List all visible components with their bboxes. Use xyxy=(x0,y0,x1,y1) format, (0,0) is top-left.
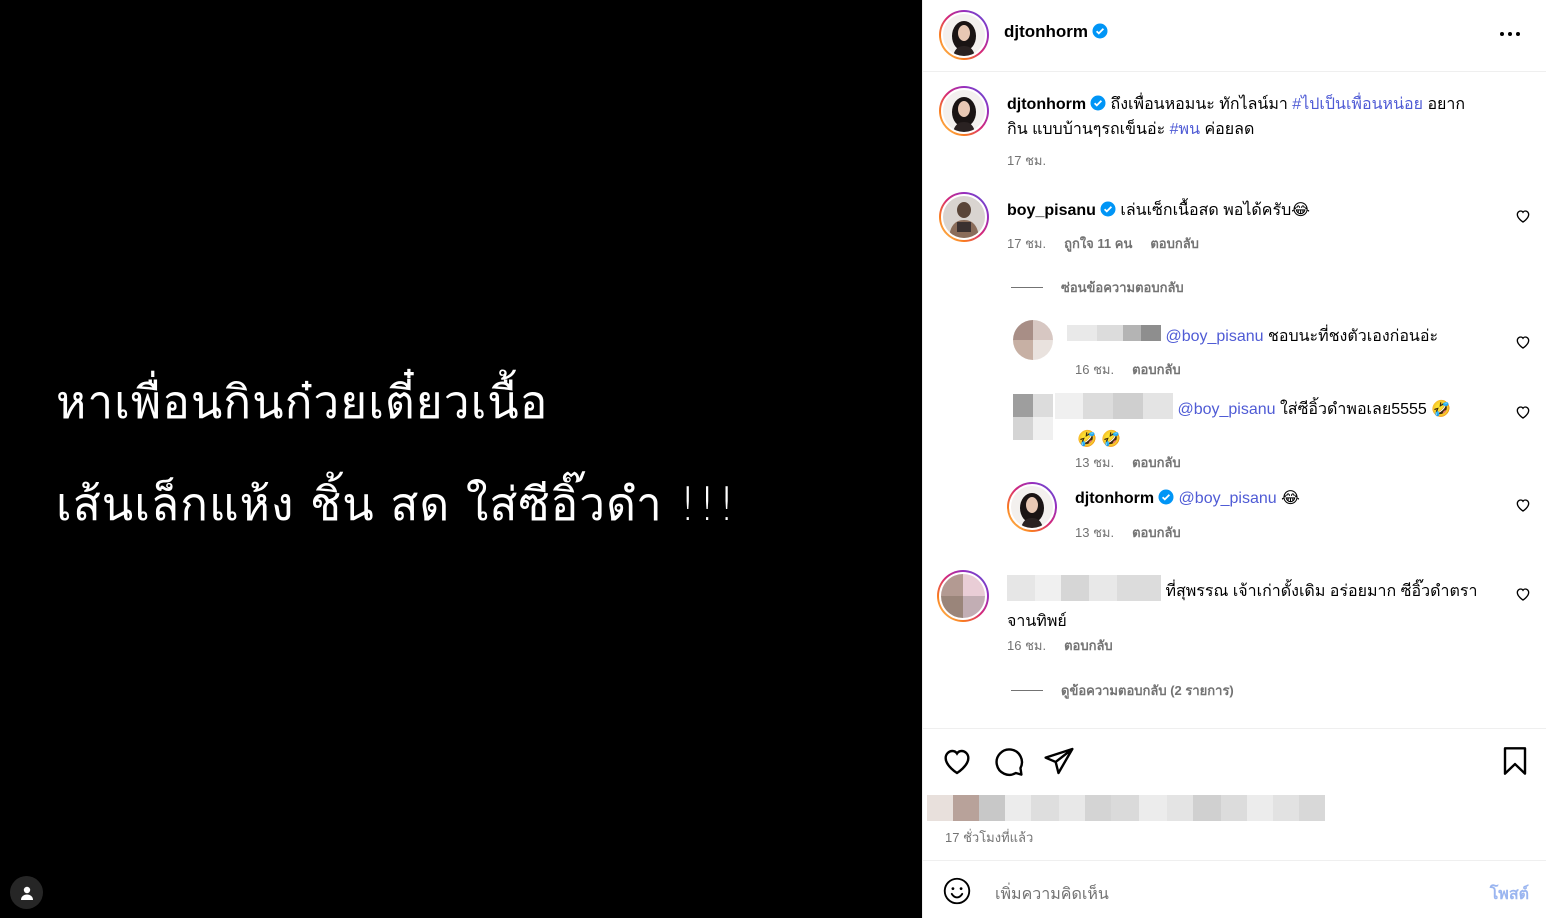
media-text-line-1: หาเพื่อนกินก๋วยเตี๋ยวเนื้อ xyxy=(56,375,549,429)
comment-username[interactable]: boy_pisanu xyxy=(1007,202,1096,219)
verified-icon xyxy=(1090,95,1106,111)
comment-body: เล่นเซ็กเนื้อสด พอได้ครับ😂 xyxy=(1120,202,1310,219)
comment-input[interactable]: เพิ่มความคิดเห็น xyxy=(995,882,1109,907)
comment-text: ที่สุพรรณ เจ้าเก่าดั้งเดิม อร่อยมาก ซีอิ… xyxy=(1007,575,1497,634)
comment-text: boy_pisanu เล่นเซ็กเนื้อสด พอได้ครับ😂 xyxy=(1007,198,1487,223)
divider xyxy=(1011,287,1043,288)
share-icon[interactable] xyxy=(1043,745,1075,777)
reply-button[interactable]: ตอบกลับ xyxy=(1132,362,1181,377)
comment-body: ที่สุพรรณ เจ้าเก่าดั้งเดิม อร่อยมาก ซีอิ… xyxy=(1161,583,1478,601)
reply-body-2: 🤣 🤣 xyxy=(1077,431,1122,448)
caption-text: djtonhorm ถึงเพื่อนหอมนะ ทักไลน์มา #ไปเป… xyxy=(1007,92,1507,142)
caption-avatar[interactable] xyxy=(939,86,989,136)
hashtag-link[interactable]: #พน xyxy=(1170,121,1200,138)
comment-likes[interactable]: ถูกใจ 11 คน xyxy=(1064,236,1132,251)
reply-text: djtonhorm @boy_pisanu 😂 xyxy=(1075,486,1495,511)
heart-icon[interactable] xyxy=(1515,404,1531,420)
header-user[interactable]: djtonhorm xyxy=(1004,22,1108,42)
heart-icon[interactable] xyxy=(1515,334,1531,350)
reply-button[interactable]: ตอบกลับ xyxy=(1132,455,1181,470)
media-text-line-2: เส้นเล็กแห้ง ชิ้น สด ใส่ซีอิ๊วดำ !!! xyxy=(56,477,737,531)
action-bar: 17 ชั่วโมงที่แล้ว xyxy=(923,728,1546,858)
reply-button[interactable]: ตอบกลับ xyxy=(1150,236,1199,251)
comment-time: 17 ชม. xyxy=(1007,236,1047,251)
heart-icon[interactable] xyxy=(1515,208,1531,224)
reply-body: ชอบนะที่ชงตัวเองก่อนอ่ะ xyxy=(1263,328,1439,345)
reply-username[interactable]: djtonhorm xyxy=(1075,490,1154,507)
reply-meta: 16 ชม. ตอบกลับ xyxy=(1075,359,1199,380)
bookmark-icon[interactable] xyxy=(1499,745,1531,777)
comment-avatar[interactable] xyxy=(937,570,989,622)
blurred-username xyxy=(1067,324,1161,349)
reply-button[interactable]: ตอบกลับ xyxy=(1132,525,1181,540)
blurred-username xyxy=(1007,575,1161,609)
hide-replies-button[interactable]: ซ่อนข้อความตอบกลับ xyxy=(1011,277,1184,298)
post-panel: djtonhorm djtonhorm ถึงเพื่อนหอมนะ ทักไล… xyxy=(922,0,1546,918)
mention-link[interactable]: @boy_pisanu xyxy=(1165,328,1263,345)
reply-meta: 13 ชม. ตอบกลับ xyxy=(1075,522,1199,543)
header-username[interactable]: djtonhorm xyxy=(1004,22,1088,41)
verified-icon xyxy=(1092,23,1108,39)
reply-text: @boy_pisanu ใส่ซีอิ้วดำพอเลย5555 🤣 🤣 🤣 xyxy=(1055,393,1495,452)
hashtag-link[interactable]: #ไปเป็นเพื่อนหน่อย xyxy=(1292,96,1423,113)
caption-time: 17 ชม. xyxy=(1007,153,1047,168)
post-header: djtonhorm xyxy=(923,0,1546,72)
reply-time: 13 ชม. xyxy=(1075,525,1115,540)
emoji-icon[interactable] xyxy=(943,877,971,905)
toggle-label: ซ่อนข้อความตอบกลับ xyxy=(1061,280,1184,295)
post-media[interactable]: หาเพื่อนกินก๋วยเตี๋ยวเนื้อ เส้นเล็กแห้ง … xyxy=(0,0,922,918)
comment-composer: เพิ่มความคิดเห็น โพสต์ xyxy=(923,860,1546,918)
more-icon[interactable] xyxy=(1495,22,1525,46)
caption-part: ถึงเพื่อนหอมนะ ทักไลน์มา xyxy=(1110,96,1293,113)
mention-link[interactable]: @boy_pisanu xyxy=(1177,401,1275,418)
comment-body-2: จานทิพย์ xyxy=(1007,613,1067,630)
mention-link[interactable]: @boy_pisanu xyxy=(1179,490,1277,507)
heart-icon[interactable] xyxy=(941,745,973,777)
post-time-ago[interactable]: 17 ชั่วโมงที่แล้ว xyxy=(945,827,1033,848)
reply-avatar[interactable] xyxy=(1013,394,1053,440)
verified-icon xyxy=(1100,201,1116,217)
reply-button[interactable]: ตอบกลับ xyxy=(1064,638,1113,653)
blurred-likes[interactable] xyxy=(927,795,1325,821)
caption-username[interactable]: djtonhorm xyxy=(1007,96,1086,113)
reply-body: ใส่ซีอิ้วดำพอเลย5555 🤣 xyxy=(1275,401,1452,419)
view-replies-button[interactable]: ดูข้อความตอบกลับ (2 รายการ) xyxy=(1011,680,1234,701)
comment-time: 16 ชม. xyxy=(1007,638,1047,653)
caption-part: ค่อยลด xyxy=(1200,121,1255,138)
reply-avatar[interactable] xyxy=(1007,482,1057,532)
reply-time: 16 ชม. xyxy=(1075,362,1115,377)
reply-body: 😂 xyxy=(1276,490,1300,507)
reply-time: 13 ชม. xyxy=(1075,455,1115,470)
blurred-username xyxy=(1055,393,1173,427)
comments-list[interactable]: djtonhorm ถึงเพื่อนหอมนะ ทักไลน์มา #ไปเป… xyxy=(923,72,1546,728)
comment-meta: 17 ชม. ถูกใจ 11 คน ตอบกลับ xyxy=(1007,233,1217,254)
caption-part: กิน แบบบ้านๆรถเข็นอ่ะ xyxy=(1007,121,1170,138)
verified-icon xyxy=(1158,489,1174,505)
reply-meta: 13 ชม. ตอบกลับ xyxy=(1075,452,1199,473)
heart-icon[interactable] xyxy=(1515,497,1531,513)
reply-avatar[interactable] xyxy=(1013,320,1053,360)
reply-text: @boy_pisanu ชอบนะที่ชงตัวเองก่อนอ่ะ xyxy=(1067,324,1487,349)
post-button[interactable]: โพสต์ xyxy=(1490,882,1529,907)
toggle-label: ดูข้อความตอบกลับ (2 รายการ) xyxy=(1061,683,1234,698)
divider xyxy=(1011,690,1043,691)
heart-icon[interactable] xyxy=(1515,586,1531,602)
avatar[interactable] xyxy=(939,10,989,60)
comment-avatar[interactable] xyxy=(939,192,989,242)
person-tag-icon[interactable] xyxy=(10,876,43,909)
comment-icon[interactable] xyxy=(993,745,1025,777)
caption-part: อยาก xyxy=(1423,96,1466,113)
comment-meta: 16 ชม. ตอบกลับ xyxy=(1007,635,1131,656)
